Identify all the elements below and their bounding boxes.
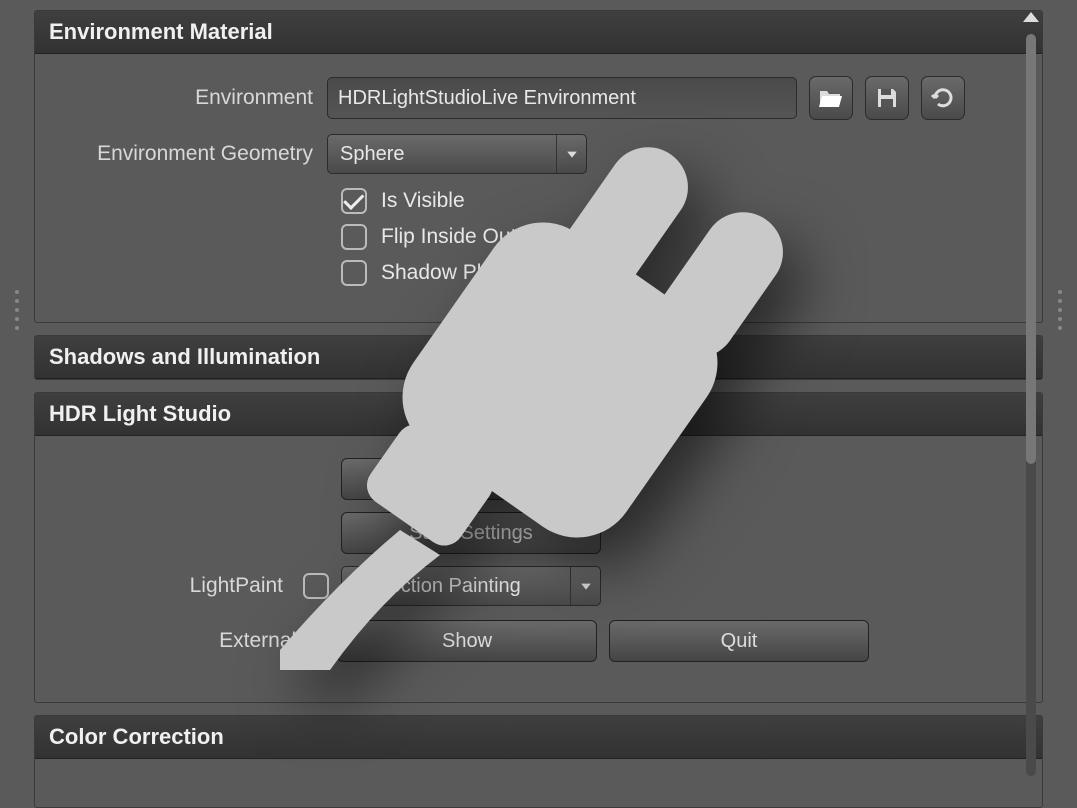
environment-geometry-dropdown[interactable]: Sphere [327, 134, 587, 174]
vertical-scrollbar[interactable] [1023, 12, 1039, 776]
row-is-visible: Is Visible [341, 188, 1026, 214]
is-visible-label: Is Visible [381, 189, 465, 213]
refresh-button[interactable] [921, 76, 965, 120]
row-lightpaint: LightPaint Reflection Painting [51, 566, 1026, 606]
label-external-ui: External UI [51, 629, 337, 653]
scroll-track[interactable] [1026, 34, 1036, 776]
section-header-color-correction[interactable]: Color Correction [35, 716, 1042, 759]
shadow-plane-checkbox[interactable] [341, 260, 367, 286]
row-shadow-plane: Shadow Plane [341, 260, 1026, 286]
shadow-plane-label: Shadow Plane [381, 261, 516, 285]
scroll-thumb[interactable] [1026, 34, 1036, 464]
dropdown-value: Reflection Painting [354, 575, 521, 598]
show-button[interactable]: Show [337, 620, 597, 662]
chevron-down-icon [566, 148, 578, 160]
dropdown-arrow [556, 135, 586, 173]
open-file-button[interactable] [809, 76, 853, 120]
section-header-hdr[interactable]: HDR Light Studio [35, 393, 1042, 436]
edit-button[interactable]: Edit [341, 458, 601, 500]
section-body: Environment Environment Geometry Sphere [35, 54, 1042, 322]
is-visible-checkbox[interactable] [341, 188, 367, 214]
section-environment-material: Environment Material Environment Environ… [34, 10, 1043, 323]
dropdown-arrow [570, 567, 600, 605]
row-flip-inside-out: Flip Inside Out [341, 224, 1026, 250]
properties-panel: Environment Material Environment Environ… [34, 0, 1043, 786]
section-color-correction: Color Correction [34, 715, 1043, 808]
section-header-shadows[interactable]: Shadows and Illumination [35, 336, 1042, 379]
section-body-color [35, 759, 1042, 807]
flip-inside-out-label: Flip Inside Out [381, 225, 516, 249]
flip-inside-out-checkbox[interactable] [341, 224, 367, 250]
quit-button[interactable]: Quit [609, 620, 869, 662]
section-hdr-light-studio: HDR Light Studio Edit Save Settings Ligh… [34, 392, 1043, 703]
lightpaint-mode-dropdown[interactable]: Reflection Painting [341, 566, 601, 606]
scroll-up-arrow-icon[interactable] [1023, 12, 1039, 22]
label-environment: Environment [51, 86, 327, 110]
environment-input[interactable] [327, 77, 797, 119]
dropdown-value: Sphere [340, 143, 405, 166]
save-disk-icon [875, 86, 899, 110]
row-external-ui: External UI Show Quit [51, 620, 1026, 662]
label-lightpaint: LightPaint [51, 574, 297, 598]
open-folder-icon [818, 87, 844, 109]
lightpaint-checkbox[interactable] [303, 573, 329, 599]
save-settings-button[interactable]: Save Settings [341, 512, 601, 554]
row-environment: Environment [51, 76, 1026, 120]
save-file-button[interactable] [865, 76, 909, 120]
section-body-hdr: Edit Save Settings LightPaint Reflection… [35, 436, 1042, 702]
row-environment-geometry: Environment Geometry Sphere [51, 134, 1026, 174]
section-header-environment-material[interactable]: Environment Material [35, 11, 1042, 54]
right-grip-handle[interactable] [1055, 290, 1065, 330]
label-environment-geometry: Environment Geometry [51, 142, 327, 166]
chevron-down-icon [580, 580, 592, 592]
refresh-icon [930, 85, 956, 111]
left-grip-handle[interactable] [12, 290, 22, 330]
section-shadows-illumination: Shadows and Illumination [34, 335, 1043, 380]
